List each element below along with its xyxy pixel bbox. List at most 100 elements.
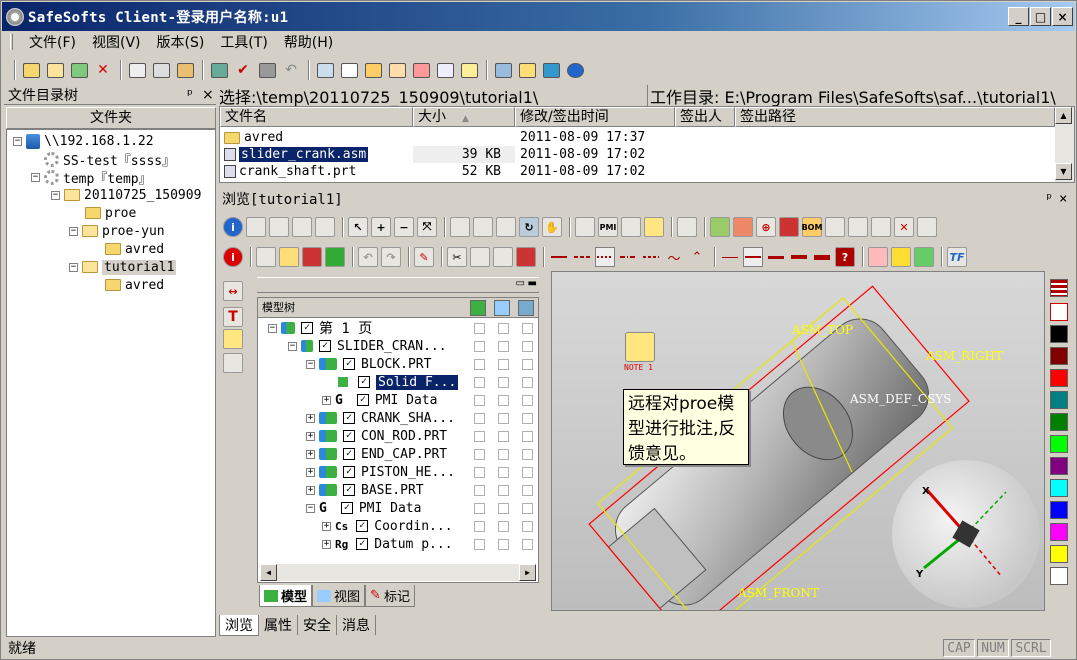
zoom-out-icon[interactable]: − (394, 217, 414, 237)
display-toggle-checkbox[interactable] (498, 341, 509, 352)
display-toggle-checkbox[interactable] (474, 341, 485, 352)
signature-icon[interactable] (223, 353, 243, 373)
spin-icon[interactable] (496, 217, 516, 237)
select-cursor-icon[interactable]: ↖ (348, 217, 368, 237)
collapse-icon[interactable]: − (306, 359, 315, 369)
split-icon[interactable]: ✕ (894, 217, 914, 237)
minimize-icon[interactable]: ▬ (528, 278, 537, 289)
upload-icon[interactable] (516, 59, 538, 81)
row-checkbox[interactable]: ✓ (343, 358, 355, 370)
color-swatch[interactable] (1050, 479, 1068, 497)
display-toggle-checkbox[interactable] (498, 503, 509, 514)
tree-node-temp[interactable]: − temp『temp』 (31, 168, 152, 187)
display-toggle-checkbox[interactable] (522, 467, 533, 478)
row-checkbox[interactable]: ✓ (343, 448, 355, 460)
tree-row-datum[interactable]: + Rg ✓ Datum p... (322, 535, 453, 553)
paste-icon[interactable] (174, 59, 196, 81)
expand-icon[interactable]: + (306, 485, 315, 495)
row-checkbox[interactable]: ✓ (340, 502, 353, 514)
report-icon[interactable] (848, 217, 868, 237)
tree-node-20110725[interactable]: − 20110725_150909 (51, 186, 201, 204)
pin-icon[interactable]: ᵖ (187, 87, 193, 103)
row-checkbox[interactable]: ✓ (356, 394, 369, 406)
display-toggle-checkbox[interactable] (498, 359, 509, 370)
copy-icon[interactable] (470, 247, 490, 267)
expand-icon[interactable]: + (322, 395, 331, 405)
table-icon[interactable] (825, 217, 845, 237)
display-toggle-checkbox[interactable] (474, 539, 485, 550)
minimize-button[interactable]: _ (1008, 7, 1029, 26)
display-toggle-checkbox[interactable] (474, 323, 485, 334)
width-1-icon[interactable] (720, 247, 740, 267)
expand-icon[interactable]: + (322, 521, 331, 531)
display-toggle-checkbox[interactable] (522, 413, 533, 424)
undo-checkout-icon[interactable]: ↶ (280, 59, 302, 81)
tree-node-server[interactable]: − \\192.168.1.22 (13, 132, 154, 150)
collapse-icon[interactable]: − (69, 262, 78, 272)
display-toggle-checkbox[interactable] (474, 503, 485, 514)
line-solid-icon[interactable] (549, 247, 569, 267)
color-swatch[interactable] (1050, 369, 1068, 387)
display-toggle-checkbox[interactable] (474, 431, 485, 442)
redo-icon[interactable]: ↷ (381, 247, 401, 267)
collapse-icon[interactable]: − (51, 190, 60, 200)
save-markup-icon[interactable] (302, 247, 322, 267)
checkin-icon[interactable]: ✔ (232, 59, 254, 81)
close-panel-icon[interactable]: × (202, 87, 214, 103)
view-icon[interactable] (677, 217, 697, 237)
tree-row-conrod[interactable]: + ✓ CON_ROD.PRT (306, 427, 447, 445)
cut-icon[interactable] (150, 59, 172, 81)
tab-view[interactable]: 视图 (312, 585, 366, 607)
close-button[interactable]: × (1052, 7, 1073, 26)
row-checkbox[interactable]: ✓ (356, 538, 369, 550)
collapse-icon[interactable]: − (13, 136, 22, 146)
row-checkbox[interactable]: ✓ (343, 484, 355, 496)
color-swatch[interactable] (1050, 501, 1068, 519)
visibility-col-icon[interactable] (470, 300, 486, 316)
col-checkout-path[interactable]: 签出路径 (735, 107, 1055, 127)
checkout-icon[interactable] (208, 59, 230, 81)
tree-row-pmi-2[interactable]: − G ✓ PMI Data (306, 499, 421, 517)
preview-icon[interactable] (338, 59, 360, 81)
fill-green-icon[interactable] (914, 247, 934, 267)
fill-yellow-icon[interactable] (891, 247, 911, 267)
zoom-in-icon[interactable]: + (371, 217, 391, 237)
display-toggle-checkbox[interactable] (522, 521, 533, 532)
file-row[interactable]: avred (224, 129, 283, 146)
tree-row-solid[interactable]: ✓ Solid F... (338, 373, 459, 391)
col-filename[interactable]: 文件名 (220, 107, 413, 127)
display-toggle-checkbox[interactable] (522, 449, 533, 460)
line-longdash-icon[interactable] (641, 247, 661, 267)
tab-security[interactable]: 安全 (298, 615, 337, 635)
tree-node-proe-yun[interactable]: − proe-yun (69, 222, 165, 240)
line-dot-icon[interactable] (595, 247, 615, 267)
tab-model[interactable]: 模型 (259, 585, 313, 607)
collapse-icon[interactable]: − (268, 323, 277, 333)
eraser-icon[interactable]: ✎ (414, 247, 434, 267)
zoom-window-icon[interactable] (450, 217, 470, 237)
properties-icon[interactable] (315, 217, 335, 237)
tab-browse[interactable]: 浏览 (219, 614, 259, 636)
tree-row-endcap[interactable]: + ✓ END_CAP.PRT (306, 445, 447, 463)
dimension-icon[interactable]: ↔ (223, 281, 243, 301)
assembly-icon[interactable] (710, 217, 730, 237)
search-icon[interactable] (314, 59, 336, 81)
rotate-icon[interactable]: ↻ (519, 217, 539, 237)
menu-file[interactable]: 文件(F) (21, 32, 84, 52)
stack-icon[interactable] (516, 247, 536, 267)
explode-icon[interactable] (733, 217, 753, 237)
note-pin-icon[interactable] (625, 332, 655, 362)
note-tool-icon[interactable] (223, 329, 243, 349)
row-checkbox[interactable]: ✓ (319, 340, 331, 352)
window-icon[interactable] (492, 59, 514, 81)
color-swatch[interactable] (1050, 413, 1068, 431)
display-toggle-checkbox[interactable] (522, 539, 533, 550)
display-toggle-checkbox[interactable] (498, 413, 509, 424)
open-folder-icon[interactable] (44, 59, 66, 81)
color-swatch[interactable] (1050, 523, 1068, 541)
display-toggle-checkbox[interactable] (498, 485, 509, 496)
color-swatch[interactable] (1050, 435, 1068, 453)
color-swatch[interactable] (1050, 567, 1068, 585)
collapse-icon[interactable]: − (306, 503, 315, 513)
display-toggle-checkbox[interactable] (498, 467, 509, 478)
